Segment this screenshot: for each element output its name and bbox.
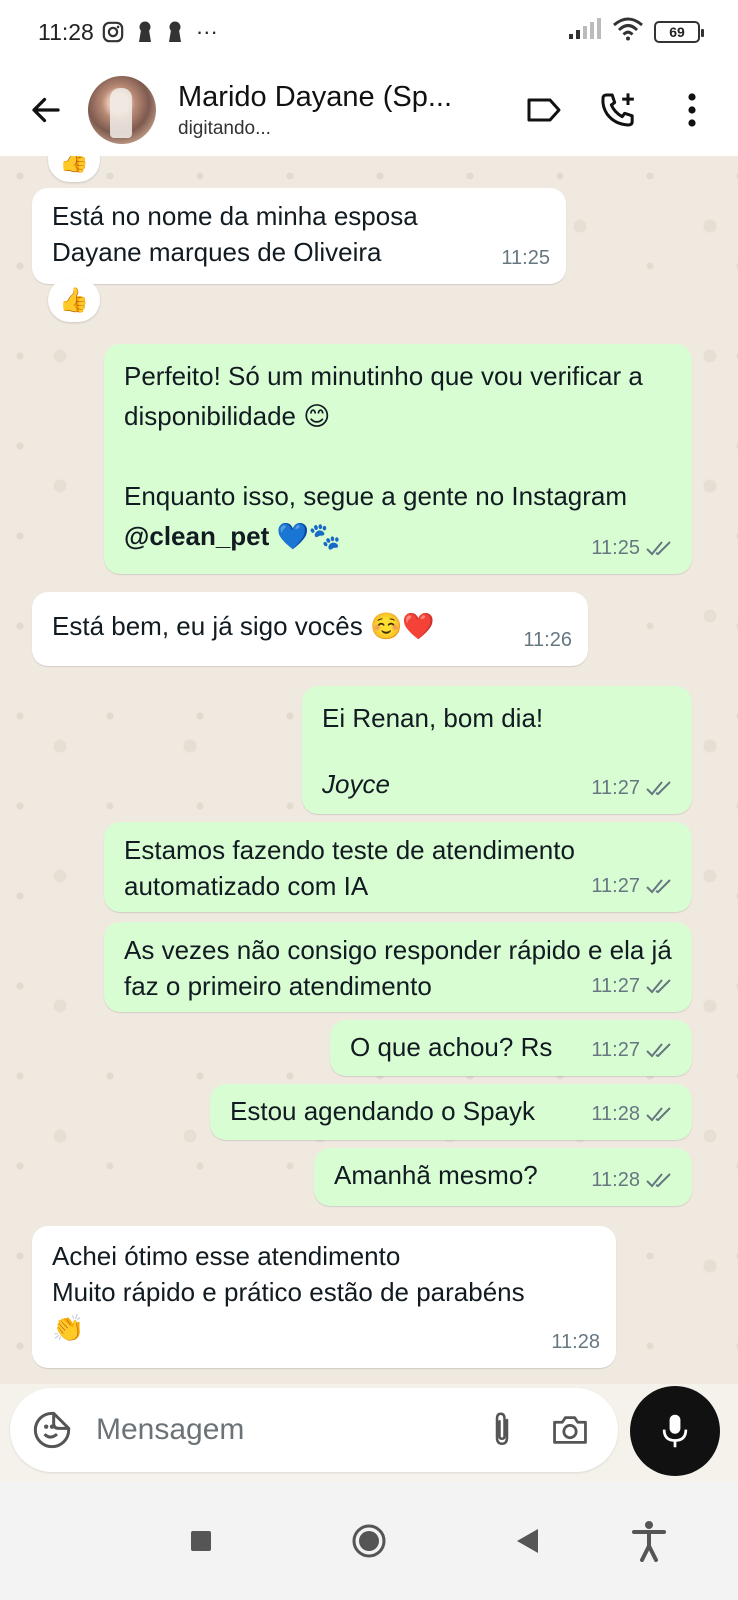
message-time: 11:27 bbox=[591, 875, 640, 897]
accessibility-button[interactable] bbox=[628, 1520, 670, 1562]
camera-icon bbox=[553, 1416, 587, 1444]
keyhole-icon bbox=[166, 20, 184, 44]
double-check-icon bbox=[646, 979, 671, 994]
outgoing-message[interactable]: Estamos fazendo teste de atendimento aut… bbox=[104, 822, 692, 912]
circle-icon bbox=[352, 1524, 386, 1558]
recents-button[interactable] bbox=[180, 1520, 222, 1562]
outgoing-message[interactable]: Perfeito! Só um minutinho que vou verifi… bbox=[104, 344, 692, 574]
status-time: 11:28 bbox=[38, 18, 94, 45]
label-icon bbox=[527, 98, 561, 122]
accessibility-icon bbox=[632, 1521, 666, 1562]
incoming-message[interactable]: Está no nome da minha esposa Dayane marq… bbox=[32, 188, 566, 284]
phone-plus-icon bbox=[601, 93, 634, 127]
avatar[interactable] bbox=[88, 76, 156, 144]
chat-header: Marido Dayane (Sp... digitando... bbox=[0, 64, 738, 156]
back-nav-button[interactable] bbox=[506, 1520, 548, 1562]
double-check-icon bbox=[646, 781, 671, 796]
double-check-icon bbox=[646, 879, 671, 894]
double-check-icon bbox=[646, 541, 671, 556]
system-nav-bar bbox=[0, 1482, 738, 1600]
voice-message-button[interactable] bbox=[630, 1386, 720, 1476]
message-input[interactable]: Mensagem bbox=[96, 1413, 482, 1447]
message-text: Está no nome da minha esposa Dayane marq… bbox=[52, 201, 418, 267]
message-time: 11:28 bbox=[591, 1169, 640, 1191]
battery-indicator: 69 bbox=[654, 21, 704, 43]
double-check-icon bbox=[646, 1107, 671, 1122]
status-bar: 11:28 ··· 69 bbox=[0, 0, 738, 64]
instagram-icon bbox=[102, 21, 124, 43]
contact-name: Marido Dayane (Sp... bbox=[178, 80, 453, 113]
outgoing-message[interactable]: O que achou? Rs 11:27 bbox=[330, 1020, 692, 1076]
incoming-message[interactable]: Achei ótimo esse atendimento Muito rápid… bbox=[32, 1226, 616, 1368]
chat-area[interactable]: 👍 Está no nome da minha esposa Dayane ma… bbox=[0, 156, 738, 1384]
double-check-icon bbox=[646, 1173, 671, 1188]
message-text: Estamos fazendo teste de atendimento aut… bbox=[124, 835, 583, 901]
message-text: Está bem, eu já sigo vocês ☺️❤️ bbox=[52, 611, 435, 641]
triangle-left-icon bbox=[517, 1529, 538, 1553]
more-notifications-icon: ··· bbox=[195, 19, 218, 44]
message-time: 11:25 bbox=[501, 247, 550, 269]
wifi-icon bbox=[612, 17, 644, 47]
message-reaction[interactable]: 👍 bbox=[48, 156, 100, 182]
sticker-icon[interactable] bbox=[32, 1410, 72, 1450]
message-time: 11:28 bbox=[591, 1103, 640, 1125]
keyhole-icon bbox=[136, 20, 154, 44]
add-call-button[interactable] bbox=[596, 88, 640, 132]
message-composer: Mensagem bbox=[10, 1388, 618, 1472]
message-time: 11:27 bbox=[591, 777, 640, 799]
incoming-message[interactable]: Está bem, eu já sigo vocês ☺️❤️ 11:26 bbox=[32, 592, 588, 666]
message-time: 11:25 bbox=[591, 537, 640, 559]
square-icon bbox=[191, 1531, 211, 1551]
outgoing-message[interactable]: Amanhã mesmo? 11:28 bbox=[314, 1148, 692, 1206]
contact-status: digitando... bbox=[178, 117, 271, 139]
outgoing-message[interactable]: Estou agendando o Spayk 11:28 bbox=[210, 1084, 692, 1140]
message-text: Ei Renan, bom dia! bbox=[322, 703, 544, 733]
message-text-part: Perfeito! Só um minutinho que vou verifi… bbox=[124, 361, 643, 511]
camera-button[interactable] bbox=[550, 1410, 590, 1450]
double-check-icon bbox=[646, 1043, 671, 1058]
message-time: 11:28 bbox=[551, 1331, 600, 1353]
arrow-left-icon bbox=[32, 97, 60, 123]
paperclip-icon bbox=[495, 1412, 509, 1446]
message-time: 11:26 bbox=[523, 629, 572, 651]
signal-icon bbox=[568, 18, 602, 46]
message-text: Perfeito! Só um minutinho que vou verifi… bbox=[124, 356, 672, 556]
contact-info[interactable]: Marido Dayane (Sp... digitando... bbox=[178, 81, 478, 140]
more-vertical-icon bbox=[688, 93, 696, 127]
outgoing-message[interactable]: As vezes não consigo responder rápido e … bbox=[104, 922, 692, 1012]
message-time: 11:27 bbox=[591, 1039, 640, 1061]
label-button[interactable] bbox=[522, 88, 566, 132]
message-time: 11:27 bbox=[591, 975, 640, 997]
instagram-handle[interactable]: @clean_pet bbox=[124, 521, 269, 551]
home-button[interactable] bbox=[348, 1520, 390, 1562]
menu-button[interactable] bbox=[670, 88, 714, 132]
back-button[interactable] bbox=[18, 82, 74, 138]
outgoing-message[interactable]: Ei Renan, bom dia! Joyce 11:27 bbox=[302, 686, 692, 814]
message-text-end: 💙🐾 bbox=[269, 521, 342, 551]
attach-button[interactable] bbox=[482, 1410, 522, 1450]
message-reaction[interactable]: 👍 bbox=[48, 278, 100, 322]
microphone-icon bbox=[662, 1414, 688, 1448]
message-text: Achei ótimo esse atendimento Muito rápid… bbox=[52, 1241, 525, 1343]
